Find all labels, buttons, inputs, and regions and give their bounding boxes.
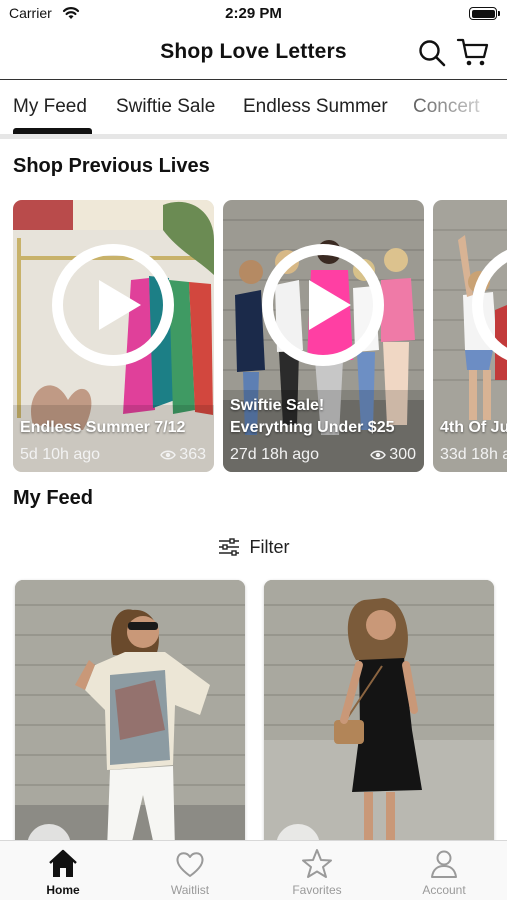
nav-label: Account bbox=[422, 883, 466, 897]
live-title: Endless Summer 7/12 bbox=[20, 419, 186, 436]
eye-icon bbox=[370, 450, 387, 460]
star-icon bbox=[302, 849, 332, 878]
bottom-tab-bar: Home Waitlist Favorites Account bbox=[0, 840, 507, 900]
cart-icon[interactable] bbox=[456, 36, 490, 68]
previous-lives-title: Shop Previous Lives bbox=[13, 155, 210, 177]
live-age: 33d 18h ago bbox=[440, 446, 507, 463]
status-bar: Carrier 2:29 PM bbox=[0, 0, 507, 28]
live-title-line1: Swiftie Sale! bbox=[230, 397, 325, 414]
product-image bbox=[15, 580, 245, 850]
eye-icon bbox=[160, 450, 177, 460]
home-icon bbox=[49, 849, 77, 877]
app-header: Shop Love Letters bbox=[0, 28, 507, 80]
nav-label: Favorites bbox=[292, 883, 342, 897]
live-views: 300 bbox=[370, 446, 416, 464]
product-card[interactable] bbox=[264, 580, 494, 850]
sliders-icon bbox=[218, 538, 239, 556]
nav-account[interactable]: Account bbox=[381, 847, 507, 899]
live-card-endless-summer[interactable]: Endless Summer 7/12 5d 10h ago 363 bbox=[13, 200, 214, 472]
nav-label: Home bbox=[46, 883, 80, 897]
live-title-line2: Everything Under $25 bbox=[230, 419, 395, 436]
tab-concert[interactable]: Concert bbox=[413, 96, 480, 118]
live-views: 363 bbox=[160, 446, 206, 464]
nav-waitlist[interactable]: Waitlist bbox=[127, 847, 253, 899]
live-title: 4th Of July bbox=[440, 419, 507, 436]
tab-my-feed[interactable]: My Feed bbox=[13, 96, 87, 118]
filter-label: Filter bbox=[249, 536, 290, 557]
nav-label: Waitlist bbox=[170, 883, 210, 897]
tab-endless-summer[interactable]: Endless Summer bbox=[243, 96, 388, 118]
live-age: 5d 10h ago bbox=[20, 446, 101, 463]
nav-home[interactable]: Home bbox=[0, 847, 126, 899]
filter-button[interactable]: Filter bbox=[0, 532, 507, 562]
search-icon[interactable] bbox=[417, 38, 447, 68]
clock: 2:29 PM bbox=[225, 5, 282, 22]
product-image bbox=[264, 580, 494, 850]
heart-icon bbox=[176, 852, 204, 877]
play-icon[interactable] bbox=[52, 244, 174, 366]
feed-title: My Feed bbox=[13, 487, 94, 509]
play-icon[interactable] bbox=[262, 244, 384, 366]
live-card-swiftie-sale[interactable]: Swiftie Sale! Everything Under $25 27d 1… bbox=[223, 200, 424, 472]
tab-swiftie-sale[interactable]: Swiftie Sale bbox=[116, 96, 215, 118]
live-view-count: 363 bbox=[179, 446, 206, 463]
tabs-divider bbox=[0, 134, 507, 139]
live-view-count: 300 bbox=[389, 446, 416, 463]
category-tabs: My Feed Swiftie Sale Endless Summer Conc… bbox=[0, 80, 507, 138]
battery-icon bbox=[469, 7, 500, 20]
live-age: 27d 18h ago bbox=[230, 446, 319, 463]
nav-favorites[interactable]: Favorites bbox=[254, 847, 380, 899]
previous-lives-carousel: Endless Summer 7/12 5d 10h ago 363 Swift… bbox=[0, 200, 507, 472]
live-card-4th-of-july[interactable]: 4th Of July 33d 18h ago bbox=[433, 200, 507, 472]
product-card[interactable] bbox=[15, 580, 245, 850]
person-icon bbox=[431, 850, 457, 878]
